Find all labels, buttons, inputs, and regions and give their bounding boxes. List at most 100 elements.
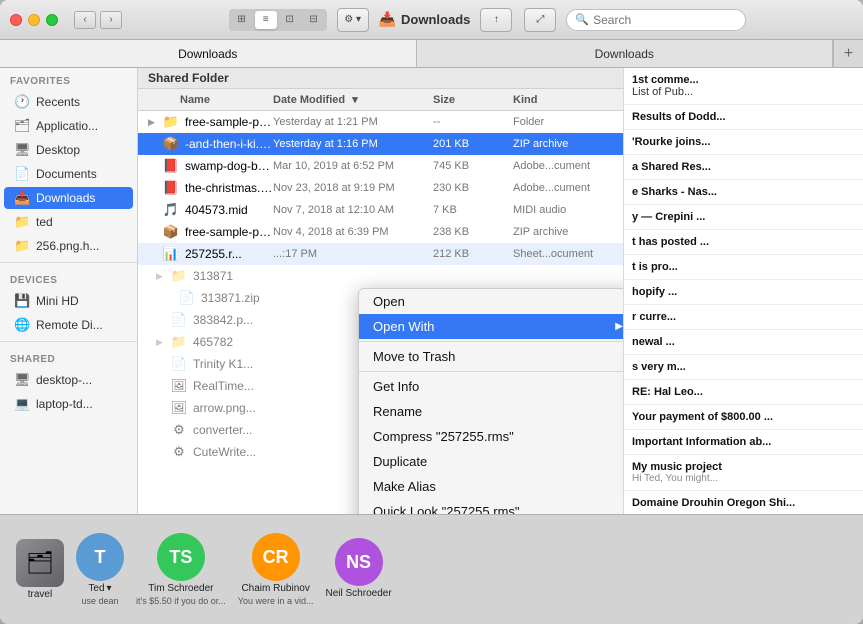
ctx-compress[interactable]: Compress "257255.rms" <box>359 424 623 449</box>
view-icon-list[interactable]: ≡ <box>255 11 277 29</box>
search-input[interactable] <box>593 13 748 27</box>
view-icon-grid[interactable]: ⊞ <box>231 11 253 29</box>
mail-item[interactable]: newal ... <box>624 330 863 355</box>
mail-item[interactable]: y — Crepini ... <box>624 205 863 230</box>
ctx-move-trash[interactable]: Move to Trash <box>359 344 623 369</box>
256png-icon: 📁 <box>14 238 30 254</box>
downloads-icon: 📥 <box>14 190 30 206</box>
file-date: Mar 10, 2019 at 6:52 PM <box>273 160 433 172</box>
finder-window: ‹ › ⊞ ≡ ⊡ ⊟ ⚙ ▾ 📥 Downloads ↑ ⤢ 🔍 <box>0 0 863 624</box>
ctx-get-info[interactable]: Get Info <box>359 374 623 399</box>
date-sort-icon: ▾ <box>352 94 358 106</box>
ctx-quick-look[interactable]: Quick Look "257255.rms" <box>359 499 623 514</box>
tabbar: Downloads Downloads + <box>0 40 863 68</box>
file-type-icon: 📊 <box>162 245 180 263</box>
applications-icon: 🗂 <box>14 118 30 134</box>
context-menu: Open Open With ▶ 🎵 SheetMusicNow Viewer.… <box>358 288 623 514</box>
dock-user-ted[interactable]: T Ted ▾ use dean <box>76 533 124 606</box>
ctx-open[interactable]: Open <box>359 289 623 314</box>
back-button[interactable]: ‹ <box>74 11 96 29</box>
sidebar-item-256png[interactable]: 📁 256.png.h... <box>4 235 133 257</box>
forward-button[interactable]: › <box>100 11 122 29</box>
title-icon: 📥 <box>379 11 396 28</box>
tab-add-button[interactable]: + <box>833 40 863 67</box>
mail-item[interactable]: hopify ... <box>624 280 863 305</box>
mail-item[interactable]: Domaine Drouhin Oregon Shi... <box>624 491 863 514</box>
mail-item[interactable]: t has posted ... <box>624 230 863 255</box>
mail-item[interactable]: Your payment of $800.00 ... <box>624 405 863 430</box>
laptop-icon: 💻 <box>14 396 30 412</box>
dock-user-tim[interactable]: TS Tim Schroeder it's $5.50 if you do or… <box>136 533 226 606</box>
maximize-button[interactable] <box>46 14 58 26</box>
sidebar-item-desktop[interactable]: 🖥 Desktop <box>4 139 133 161</box>
minimize-button[interactable] <box>28 14 40 26</box>
file-column-headers: Name Date Modified ▾ Size Kind <box>138 89 623 111</box>
mail-item[interactable]: r curre... <box>624 305 863 330</box>
file-row[interactable]: ▶ 📁 free-sample-p313871 Yesterday at 1:2… <box>138 111 623 133</box>
file-type-icon: 📁 <box>170 267 188 285</box>
close-button[interactable] <box>10 14 22 26</box>
sidebar-item-downloads[interactable]: 📥 Downloads <box>4 187 133 209</box>
dock-user-neil[interactable]: NS Neil Schroeder <box>326 538 392 601</box>
dock-user-chaim[interactable]: CR Chaim Rubinov You were in a vid... <box>238 533 314 606</box>
sidebar-item-minihd[interactable]: 💾 Mini HD <box>4 290 133 312</box>
remotedi-icon: 🌐 <box>14 317 30 333</box>
sidebar-item-documents[interactable]: 📄 Documents <box>4 163 133 185</box>
file-row[interactable]: 📦 -and-then-i-ki...-p396500.zip Yesterda… <box>138 133 623 155</box>
mail-item[interactable]: 1st comme... List of Pub... <box>624 68 863 105</box>
sidebar-label-recents: Recents <box>36 95 80 109</box>
sidebar-item-desktop2[interactable]: 🖥 desktop-... <box>4 369 133 391</box>
file-row[interactable]: ▶ 📁 313871 <box>138 265 623 287</box>
sidebar-label-downloads: Downloads <box>36 191 95 205</box>
ctx-quick-look-label: Quick Look "257255.rms" <box>373 504 520 514</box>
sidebar-item-laptop[interactable]: 💻 laptop-td... <box>4 393 133 415</box>
ctx-make-alias[interactable]: Make Alias <box>359 474 623 499</box>
ctx-duplicate[interactable]: Duplicate <box>359 449 623 474</box>
file-name: 404573.mid <box>185 203 273 217</box>
sidebar-label-256png: 256.png.h... <box>36 239 99 253</box>
ctx-open-with[interactable]: Open With ▶ 🎵 SheetMusicNow Viewer.app (… <box>359 314 623 339</box>
sidebar-label-ted: ted <box>36 215 53 229</box>
file-size: 238 KB <box>433 226 513 238</box>
file-row[interactable]: 📕 swamp-dog-b...-p451663.pdf Mar 10, 201… <box>138 155 623 177</box>
file-row-context-target[interactable]: 📊 257255.r... ...:17 PM 212 KB Sheet...o… <box>138 243 623 265</box>
sidebar-item-recents[interactable]: 🕐 Recents <box>4 91 133 113</box>
avatar-tim: TS <box>157 533 205 581</box>
mail-item[interactable]: My music project Hi Ted, You might... <box>624 455 863 491</box>
sidebar-item-remotedi[interactable]: 🌐 Remote Di... <box>4 314 133 336</box>
sidebar-label-applications: Applicatio... <box>36 119 98 133</box>
ctx-rename[interactable]: Rename <box>359 399 623 424</box>
mail-item[interactable]: Results of Dodd... <box>624 105 863 130</box>
expand-icon[interactable]: ▶ <box>148 117 160 128</box>
view-icon-column[interactable]: ⊡ <box>279 11 301 29</box>
mail-item[interactable]: Important Information ab... <box>624 430 863 455</box>
dock-travel-folder[interactable]: 🗂 travel <box>16 539 64 600</box>
mail-item[interactable]: s very m... <box>624 355 863 380</box>
mail-item[interactable]: t is pro... <box>624 255 863 280</box>
tab-downloads-1[interactable]: Downloads <box>0 40 417 67</box>
ctx-get-info-label: Get Info <box>373 379 419 394</box>
mail-item[interactable]: e Sharks - Nas... <box>624 180 863 205</box>
file-type-icon: 📁 <box>162 113 180 131</box>
file-name: 465782 <box>193 335 273 349</box>
window-title: 📥 Downloads <box>379 11 471 28</box>
mail-item[interactable]: RE: Hal Leo... <box>624 380 863 405</box>
view-icon-gallery[interactable]: ⊟ <box>303 11 325 29</box>
file-row[interactable]: 📕 the-christmas...e-p404417.pdf Nov 23, … <box>138 177 623 199</box>
sidebar-item-applications[interactable]: 🗂 Applicatio... <box>4 115 133 137</box>
mail-sender: e Sharks - Nas... <box>632 186 855 198</box>
dock-label-ted: use dean <box>81 596 118 606</box>
expand-icon[interactable]: ▶ <box>156 337 168 348</box>
expand-icon[interactable]: ▶ <box>156 271 168 282</box>
tab-downloads-2[interactable]: Downloads <box>417 40 834 67</box>
ctx-sep1 <box>359 341 623 342</box>
file-row[interactable]: 📦 free-sample-p313871.zip Nov 4, 2018 at… <box>138 221 623 243</box>
mail-item[interactable]: 'Rourke joins... <box>624 130 863 155</box>
action-menu-button[interactable]: ⚙ ▾ <box>337 8 369 32</box>
file-row[interactable]: 🎵 404573.mid Nov 7, 2018 at 12:10 AM 7 K… <box>138 199 623 221</box>
search-bar[interactable]: 🔍 <box>566 9 746 31</box>
share-button[interactable]: ↑ <box>480 8 512 32</box>
arrange-button[interactable]: ⤢ <box>524 8 556 32</box>
mail-item[interactable]: a Shared Res... <box>624 155 863 180</box>
sidebar-item-ted[interactable]: 📁 ted <box>4 211 133 233</box>
